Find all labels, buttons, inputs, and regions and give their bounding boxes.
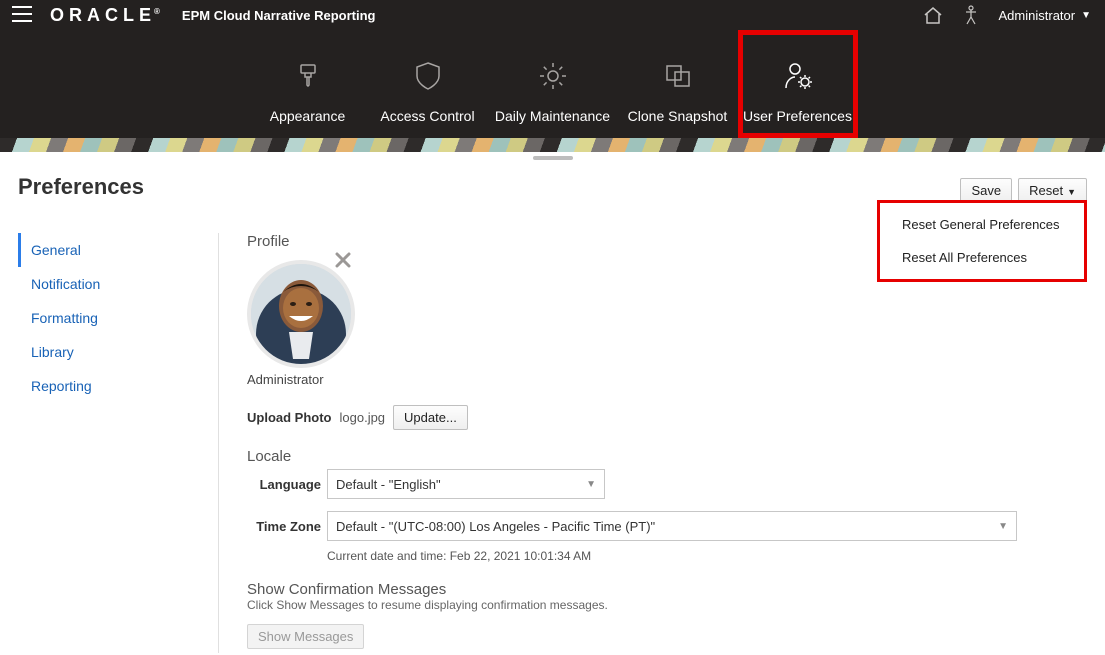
current-datetime: Current date and time: Feb 22, 2021 10:0… [327,549,1105,563]
reset-all-option[interactable]: Reset All Preferences [902,250,1062,265]
language-select[interactable]: Default - "English" ▼ [327,469,605,499]
nav-label: Appearance [270,108,346,124]
language-value: Default - "English" [336,477,441,492]
timezone-select[interactable]: Default - "(UTC-08:00) Los Angeles - Pac… [327,511,1017,541]
decor-stripe [0,138,1105,152]
tab-formatting[interactable]: Formatting [18,301,218,335]
gear-icon [538,56,568,96]
page-title: Preferences [18,174,144,200]
hamburger-icon[interactable] [12,6,32,25]
tool-nav: Appearance Access Control Daily Maintena… [0,30,1105,138]
accessibility-icon[interactable] [963,5,979,25]
messages-section-title: Show Confirmation Messages [247,581,1105,598]
tab-library[interactable]: Library [18,335,218,369]
nav-label: Clone Snapshot [628,108,728,124]
close-icon[interactable] [335,252,351,271]
messages-help-text: Click Show Messages to resume displaying… [247,598,1105,612]
chevron-down-icon: ▼ [998,521,1008,532]
user-gear-icon [782,56,814,96]
tab-reporting[interactable]: Reporting [18,369,218,403]
nav-label: Access Control [380,108,474,124]
nav-clone-snapshot[interactable]: Clone Snapshot [618,30,738,138]
update-button[interactable]: Update... [393,405,468,430]
chevron-down-icon: ▼ [586,479,596,490]
reset-button-label: Reset [1029,183,1063,198]
profile-name: Administrator [247,372,1105,387]
show-messages-button[interactable]: Show Messages [247,624,364,649]
user-menu[interactable]: Administrator ▼ [999,8,1091,23]
caret-down-icon: ▼ [1067,187,1076,197]
locale-section-title: Locale [247,448,1105,465]
tab-notification[interactable]: Notification [18,267,218,301]
upload-photo-label: Upload Photo [247,410,332,425]
upload-filename: logo.jpg [340,410,386,425]
top-bar: ORACLE® EPM Cloud Narrative Reporting Ad… [0,0,1105,30]
brush-icon [293,56,323,96]
nav-daily-maintenance[interactable]: Daily Maintenance [488,30,618,138]
user-menu-label: Administrator [999,8,1076,23]
shield-icon [414,56,442,96]
timezone-value: Default - "(UTC-08:00) Los Angeles - Pac… [336,519,655,534]
language-label: Language [247,477,321,492]
nav-appearance[interactable]: Appearance [248,30,368,138]
home-icon[interactable] [923,6,943,24]
timezone-label: Time Zone [247,519,321,534]
nav-access-control[interactable]: Access Control [368,30,488,138]
tab-general[interactable]: General [18,233,218,267]
caret-down-icon: ▼ [1081,10,1091,21]
reset-general-option[interactable]: Reset General Preferences [902,217,1062,232]
clone-icon [663,56,693,96]
nav-user-preferences[interactable]: User Preferences [738,30,858,138]
side-tabs: General Notification Formatting Library … [18,233,219,653]
nav-label: Daily Maintenance [495,108,610,124]
app-title: EPM Cloud Narrative Reporting [182,8,376,23]
nav-label: User Preferences [743,108,852,124]
avatar [247,260,355,368]
reset-menu: Reset General Preferences Reset All Pref… [877,200,1087,282]
oracle-logo: ORACLE® [50,5,160,26]
